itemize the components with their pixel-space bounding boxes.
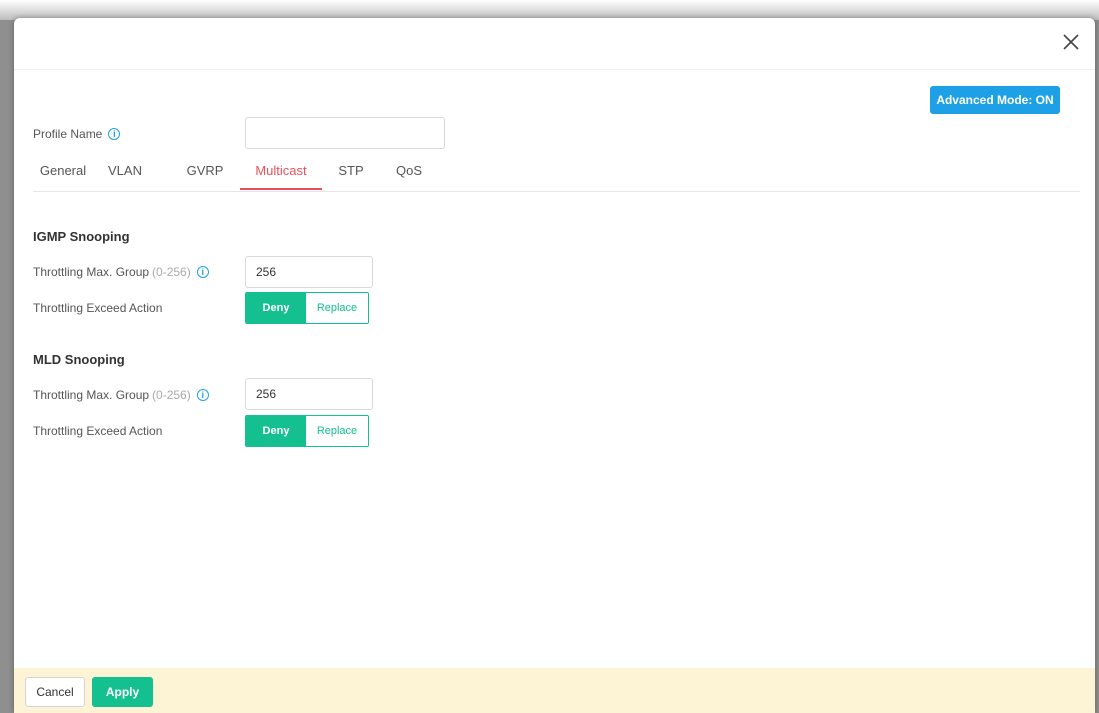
tab-general[interactable]: General xyxy=(33,161,93,191)
mld-section-title: MLD Snooping xyxy=(33,352,125,367)
igmp-section-title: IGMP Snooping xyxy=(33,229,130,244)
profile-name-text: Profile Name xyxy=(33,127,103,141)
tab-bar: General VLAN GVRP Multicast STP QoS xyxy=(33,161,1080,192)
profile-name-input[interactable] xyxy=(245,117,445,149)
mld-max-group-text: Throttling Max. Group xyxy=(33,388,150,402)
mld-exceed-action-label: Throttling Exceed Action xyxy=(33,423,162,439)
mld-deny-button[interactable]: Deny xyxy=(246,416,306,446)
igmp-max-group-text: Throttling Max. Group xyxy=(33,265,150,279)
igmp-max-group-label: Throttling Max. Group (0-256) i xyxy=(33,264,209,280)
profile-modal: Advanced Mode: ON Profile Name i General… xyxy=(14,18,1095,713)
header-divider xyxy=(14,69,1095,70)
igmp-replace-button[interactable]: Replace xyxy=(306,293,368,323)
mld-exceed-action-toggle: Deny Replace xyxy=(245,415,369,447)
advanced-mode-button[interactable]: Advanced Mode: ON xyxy=(930,86,1060,114)
mld-max-group-label: Throttling Max. Group (0-256) i xyxy=(33,387,209,403)
close-icon[interactable] xyxy=(1061,32,1081,52)
info-icon[interactable]: i xyxy=(196,266,209,278)
tab-gvrp[interactable]: GVRP xyxy=(183,161,227,191)
igmp-exceed-action-toggle: Deny Replace xyxy=(245,292,369,324)
igmp-exceed-action-text: Throttling Exceed Action xyxy=(33,301,163,315)
igmp-exceed-action-label: Throttling Exceed Action xyxy=(33,300,162,316)
mld-exceed-action-text: Throttling Exceed Action xyxy=(33,424,163,438)
profile-name-label: Profile Name i xyxy=(33,126,121,142)
tab-qos[interactable]: QoS xyxy=(391,161,427,191)
info-icon[interactable]: i xyxy=(196,389,209,401)
cancel-button[interactable]: Cancel xyxy=(25,677,85,707)
tab-stp[interactable]: STP xyxy=(333,161,369,191)
igmp-max-group-range: (0-256) xyxy=(152,265,191,279)
mld-max-group-input[interactable] xyxy=(245,378,373,410)
igmp-max-group-input[interactable] xyxy=(245,256,373,288)
apply-button[interactable]: Apply xyxy=(92,677,153,707)
modal-footer: Cancel Apply xyxy=(14,668,1095,713)
tab-multicast[interactable]: Multicast xyxy=(240,161,322,190)
info-icon[interactable]: i xyxy=(108,128,121,140)
tab-vlan[interactable]: VLAN xyxy=(103,161,147,191)
backdrop xyxy=(0,0,1099,20)
igmp-deny-button[interactable]: Deny xyxy=(246,293,306,323)
mld-max-group-range: (0-256) xyxy=(152,388,191,402)
mld-replace-button[interactable]: Replace xyxy=(306,416,368,446)
